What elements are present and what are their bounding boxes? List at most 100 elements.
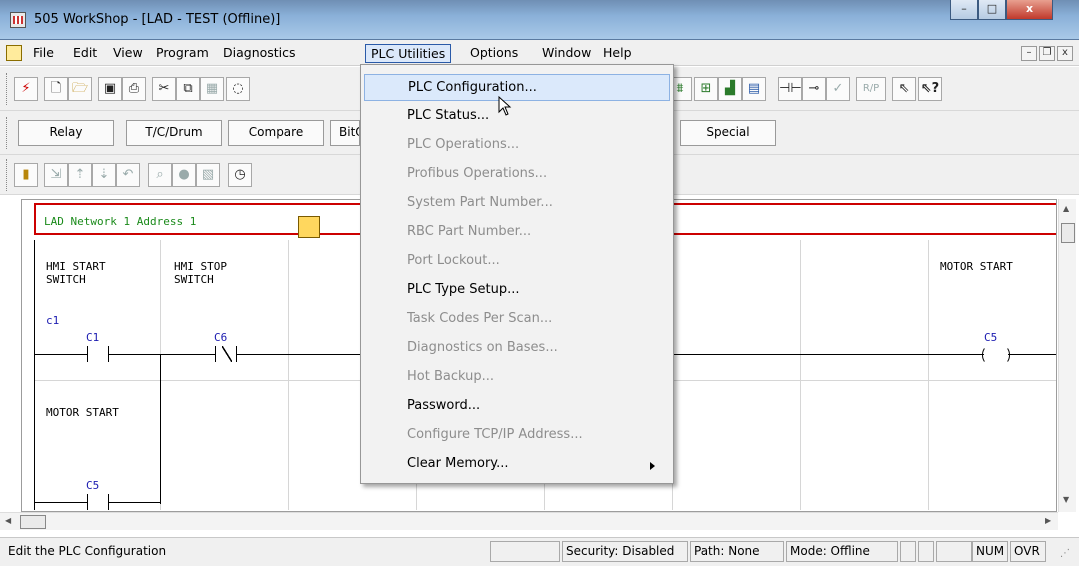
timer-icon[interactable]: ◷: [228, 163, 252, 187]
print-icon[interactable]: ⎙: [122, 77, 146, 101]
status-blank-pane: [490, 541, 560, 562]
rung2-element1-address: C5: [86, 479, 100, 492]
menu-item-plc-type-setup[interactable]: PLC Type Setup...: [364, 277, 670, 304]
toolbar-grip[interactable]: [6, 117, 9, 149]
compare-button[interactable]: Compare: [228, 120, 324, 146]
horizontal-scroll-thumb[interactable]: [20, 515, 46, 529]
menu-item-profibus-operations[interactable]: Profibus Operations...: [364, 161, 670, 188]
status-bar: Edit the PLC Configuration Security: Dis…: [0, 537, 1079, 566]
mdi-restore-button[interactable]: ❐: [1039, 46, 1055, 61]
bitop-button[interactable]: BitO: [330, 120, 360, 146]
menu-help[interactable]: Help: [598, 44, 637, 63]
open-folder-icon[interactable]: 🗁: [68, 77, 92, 101]
submenu-arrow-icon: [650, 462, 655, 470]
scroll-right-icon[interactable]: ▶: [1045, 516, 1051, 525]
tc-drum-button[interactable]: T/C/Drum: [126, 120, 222, 146]
status-blank-pane: [936, 541, 972, 562]
plc-utilities-dropdown: PLC Configuration... PLC Status... PLC O…: [360, 64, 674, 484]
zoom-icon[interactable]: ⌕: [148, 163, 172, 187]
mdi-minimize-button[interactable]: –: [1021, 46, 1037, 61]
menu-options[interactable]: Options: [465, 44, 523, 63]
branch-down-icon[interactable]: ⇣: [92, 163, 116, 187]
maximize-button[interactable]: □: [978, 0, 1006, 20]
app-icon[interactable]: [10, 12, 26, 28]
rp-button[interactable]: R/P: [856, 77, 886, 101]
status-message: Edit the PLC Configuration: [8, 544, 167, 558]
scroll-left-icon[interactable]: ◀: [5, 516, 11, 525]
status-path: Path: None: [690, 541, 784, 562]
close-button[interactable]: x: [1006, 0, 1053, 20]
rung1-element1-note: c1: [46, 314, 60, 327]
menu-item-hot-backup[interactable]: Hot Backup...: [364, 364, 670, 391]
new-file-icon[interactable]: 🗋: [44, 77, 68, 101]
copy-icon[interactable]: ⧉: [176, 77, 200, 101]
cut-icon[interactable]: ✂: [152, 77, 176, 101]
relay-button[interactable]: Relay: [18, 120, 114, 146]
menu-item-plc-status[interactable]: PLC Status...: [364, 103, 670, 130]
toolbar-grip[interactable]: [6, 159, 9, 191]
menu-item-clear-memory[interactable]: Clear Memory...: [364, 451, 670, 478]
title-bar: 505 WorkShop - [LAD - TEST (Offline)] – …: [0, 0, 1079, 40]
menu-item-configure-tcpip[interactable]: Configure TCP/IP Address...: [364, 422, 670, 449]
horizontal-scrollbar[interactable]: ◀ ▶: [0, 512, 1058, 530]
paste-icon[interactable]: ▦: [200, 77, 224, 101]
minimize-button[interactable]: –: [950, 0, 978, 20]
vertical-scrollbar[interactable]: ▲ ▼: [1058, 199, 1076, 512]
vertical-scroll-thumb[interactable]: [1061, 223, 1075, 243]
toolbar-grip[interactable]: [6, 73, 9, 105]
insert-rung-icon[interactable]: ▮: [14, 163, 38, 187]
menu-item-password[interactable]: Password...: [364, 393, 670, 420]
rung1-no-contact[interactable]: [87, 346, 109, 362]
menu-program[interactable]: Program: [151, 44, 214, 63]
network-icon[interactable]: ⊞: [694, 77, 718, 101]
database-icon[interactable]: ▤: [742, 77, 766, 101]
record-icon[interactable]: ●: [172, 163, 196, 187]
special-button[interactable]: Special: [680, 120, 776, 146]
pointer-icon[interactable]: ⇖: [892, 77, 916, 101]
branch-up-icon[interactable]: ⇡: [68, 163, 92, 187]
connect-icon[interactable]: ⚡: [14, 77, 38, 101]
save-icon[interactable]: ▣: [98, 77, 122, 101]
status-mode: Mode: Offline: [786, 541, 898, 562]
check-icon[interactable]: ✓: [826, 77, 850, 101]
rung1-element1-address: C1: [86, 331, 100, 344]
status-blank-pane: [918, 541, 934, 562]
network-folder-icon[interactable]: [298, 216, 320, 238]
scroll-down-icon[interactable]: ▼: [1063, 495, 1069, 504]
insert-element-icon[interactable]: ⇲: [44, 163, 68, 187]
status-num: NUM: [972, 541, 1008, 562]
menu-item-rbc-part-number[interactable]: RBC Part Number...: [364, 219, 670, 246]
menu-item-diagnostics-on-bases[interactable]: Diagnostics on Bases...: [364, 335, 670, 362]
menu-item-system-part-number[interactable]: System Part Number...: [364, 190, 670, 217]
find-icon[interactable]: ◌: [226, 77, 250, 101]
rung1-coil[interactable]: [982, 346, 1010, 364]
menu-plc-utilities[interactable]: PLC Utilities: [365, 44, 452, 63]
rung1-coil-description: MOTOR START: [940, 260, 1013, 273]
wire-icon[interactable]: ⊸: [802, 77, 826, 101]
rung2-no-contact[interactable]: [87, 494, 109, 510]
menu-diagnostics[interactable]: Diagnostics: [218, 44, 301, 63]
undo-icon[interactable]: ↶: [116, 163, 140, 187]
menu-view[interactable]: View: [108, 44, 148, 63]
menu-item-task-codes-per-scan[interactable]: Task Codes Per Scan...: [364, 306, 670, 333]
contact-icon[interactable]: ⊣⊢: [778, 77, 802, 101]
rung1-element2-description: HMI STOP SWITCH: [174, 260, 227, 286]
window-title: 505 WorkShop - [LAD - TEST (Offline)]: [34, 12, 281, 27]
help-pointer-icon[interactable]: ⇖?: [918, 77, 942, 101]
menu-window[interactable]: Window: [537, 44, 596, 63]
picture-icon[interactable]: ▧: [196, 163, 220, 187]
menu-edit[interactable]: Edit: [68, 44, 102, 63]
rung2-element1-description: MOTOR START: [46, 406, 119, 419]
status-security: Security: Disabled: [562, 541, 688, 562]
document-icon[interactable]: [6, 45, 22, 61]
mdi-close-button[interactable]: x: [1057, 46, 1073, 61]
menu-file[interactable]: File: [28, 44, 59, 63]
menu-item-plc-configuration[interactable]: PLC Configuration...: [364, 74, 670, 101]
chart-icon[interactable]: ▟: [718, 77, 742, 101]
rung1-nc-contact[interactable]: [215, 346, 237, 362]
scroll-up-icon[interactable]: ▲: [1063, 204, 1069, 213]
menu-item-port-lockout[interactable]: Port Lockout...: [364, 248, 670, 275]
resize-grip-icon[interactable]: ⋰: [1060, 548, 1070, 559]
menu-item-plc-operations[interactable]: PLC Operations...: [364, 132, 670, 159]
status-ovr: OVR: [1010, 541, 1046, 562]
